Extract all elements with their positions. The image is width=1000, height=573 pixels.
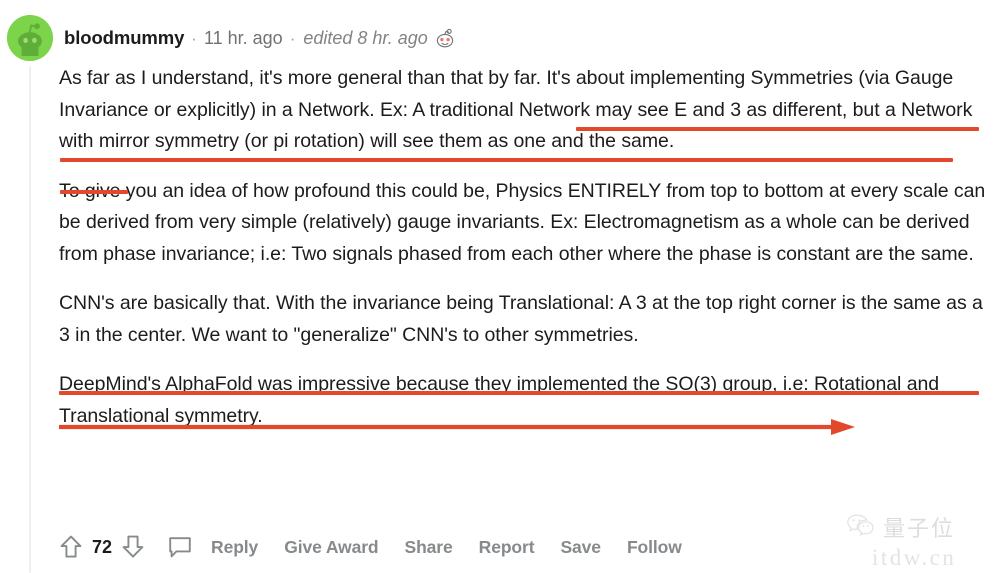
comment-edited-label: edited 8 hr. ago — [303, 28, 428, 48]
reply-button[interactable]: Reply — [211, 537, 258, 558]
avatar[interactable] — [7, 15, 53, 61]
comment-meta: bloodmummy · 11 hr. ago · edited 8 hr. a… — [64, 27, 456, 49]
vote-score: 72 — [92, 536, 113, 557]
report-button[interactable]: Report — [479, 537, 535, 558]
comment-timestamp: 11 hr. ago — [203, 28, 283, 48]
comment-paragraph-2: To give you an idea of how profound this… — [59, 179, 986, 265]
meta-separator-2: · — [289, 28, 296, 48]
wechat-logo-icon — [846, 513, 876, 542]
underline-annotation-1 — [576, 127, 979, 131]
comment-body: As far as I understand, it's more genera… — [59, 63, 991, 432]
arrow-annotation-icon — [59, 418, 859, 436]
reddit-comment-screenshot: bloodmummy · 11 hr. ago · edited 8 hr. a… — [0, 0, 1000, 573]
comment-paragraph-3: CNN's are basically that. With the invar… — [59, 292, 983, 346]
underline-annotation-2 — [60, 158, 953, 162]
comment-paragraph-1: As far as I understand, it's more genera… — [59, 67, 973, 152]
watermark-title: 量子位 — [883, 517, 956, 542]
downvote-arrow-icon[interactable] — [121, 534, 145, 560]
underline-annotation-3 — [60, 190, 128, 194]
watermark-url: itdw.cn — [872, 545, 957, 570]
share-button[interactable]: Share — [405, 537, 453, 558]
watermark: 量子位 itdw.cn — [834, 511, 1000, 571]
save-button[interactable]: Save — [560, 537, 601, 558]
watermark-title-row: 量子位 — [834, 511, 1000, 543]
underline-annotation-4 — [59, 391, 979, 395]
comment-author[interactable]: bloodmummy — [64, 28, 184, 48]
give-award-button[interactable]: Give Award — [284, 537, 378, 558]
thread-collapse-line[interactable] — [29, 66, 31, 573]
comment-action-bar: 72 Reply Give Award Share Report Save Fo… — [59, 528, 682, 566]
comment-bubble-icon[interactable] — [167, 535, 193, 560]
comment-header: bloodmummy · 11 hr. ago · edited 8 hr. a… — [0, 14, 456, 62]
upvote-arrow-icon[interactable] — [59, 534, 83, 560]
meta-separator-1: · — [191, 28, 197, 48]
follow-button[interactable]: Follow — [627, 537, 682, 558]
reddit-snoo-badge-icon — [434, 27, 456, 49]
